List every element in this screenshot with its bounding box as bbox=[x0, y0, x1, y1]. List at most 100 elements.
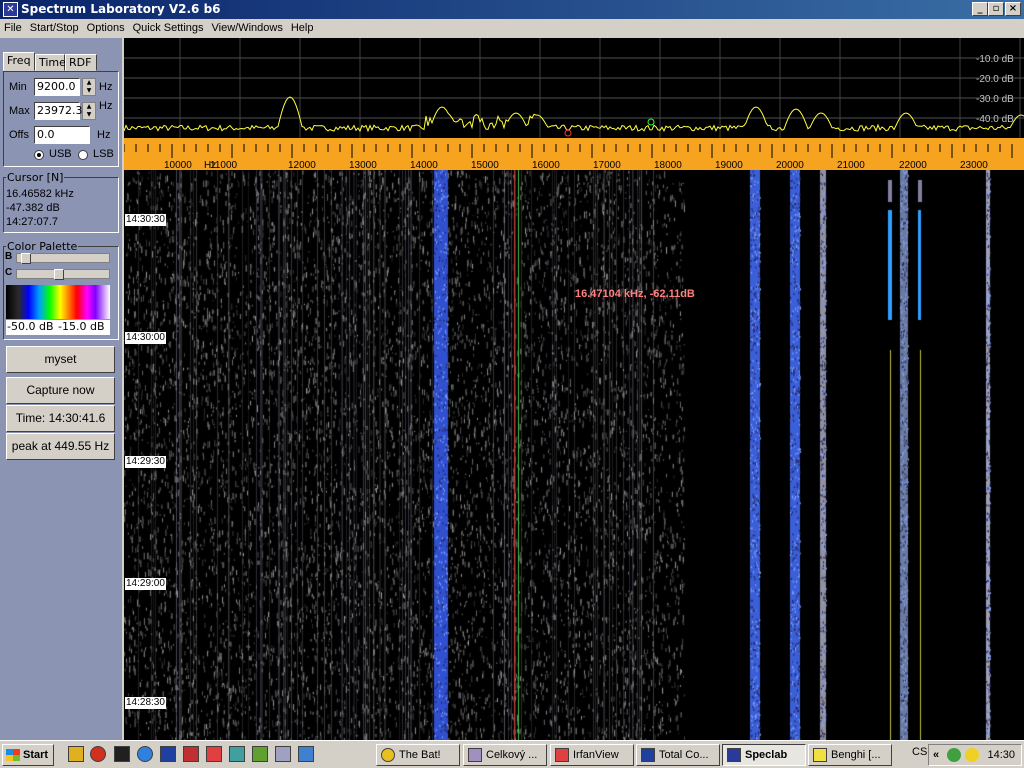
max-freq-input[interactable]: 23972.3 bbox=[34, 102, 83, 120]
cursor-group-title: Cursor [N] bbox=[6, 171, 65, 184]
cursor-group: 16.46582 kHz -47.382 dB 14:27:07.7 bbox=[3, 177, 119, 233]
control-panel: Freq Time RDF Min 9200.0 ▲ ▼ Hz Max 23972… bbox=[0, 38, 122, 740]
freq-tick-label: 14000 bbox=[410, 160, 438, 170]
peak-button[interactable]: peak at 449.55 Hz bbox=[6, 433, 115, 460]
quicklaunch-icon-3[interactable] bbox=[114, 746, 130, 762]
menu-quick-settings[interactable]: Quick Settings bbox=[129, 19, 208, 37]
frequency-axis[interactable]: 10000 Hz11000 12000 13000 14000 15000 16000 170… bbox=[124, 138, 1024, 170]
task-label: Speclab bbox=[745, 749, 788, 761]
package-icon[interactable] bbox=[229, 746, 245, 762]
start-button[interactable]: Start bbox=[2, 744, 54, 766]
minimize-button[interactable]: _ bbox=[972, 2, 988, 16]
palette-group-title: Color Palette bbox=[6, 240, 79, 253]
min-freq-spinner[interactable]: ▲ ▼ bbox=[82, 78, 96, 96]
tab-rdf[interactable]: RDF bbox=[65, 54, 97, 71]
maximize-button[interactable]: ▫ bbox=[988, 2, 1004, 16]
lsb-label: LSB bbox=[93, 148, 114, 160]
spectrum-graph[interactable]: -10.0 dB -20.0 dB -30.0 dB -40.0 dB bbox=[124, 38, 1024, 138]
palette-scale: -50.0 dB -15.0 dB bbox=[6, 320, 110, 335]
tab-freq[interactable]: Freq bbox=[3, 52, 35, 71]
contrast-thumb[interactable] bbox=[53, 269, 64, 280]
max-freq-spinner[interactable]: ▲ ▼ bbox=[82, 102, 96, 120]
offs-label: Offs bbox=[9, 129, 29, 141]
speclab-icon[interactable]: ✕ bbox=[3, 2, 18, 17]
time-button[interactable]: Time: 14:30:41.6 bbox=[6, 405, 115, 432]
network-icon[interactable] bbox=[947, 748, 961, 762]
tray-expand-icon[interactable]: « bbox=[933, 745, 939, 765]
irfanview-task-icon bbox=[555, 748, 569, 762]
floppy-icon bbox=[641, 748, 655, 762]
chat-icon bbox=[813, 748, 827, 762]
max-unit-label: Hz bbox=[99, 100, 113, 112]
freq-tick-label: 21000 bbox=[837, 160, 865, 170]
start-label: Start bbox=[23, 749, 49, 761]
document-icon bbox=[468, 748, 482, 762]
db-labels: -10.0 dB -20.0 dB -30.0 dB -40.0 dB bbox=[976, 54, 1014, 125]
menu-help[interactable]: Help bbox=[287, 19, 318, 37]
freq-tick-label: 18000 bbox=[654, 160, 682, 170]
myset-button[interactable]: myset bbox=[6, 346, 115, 373]
freq-tick-label: 10000 bbox=[164, 160, 192, 170]
usb-radio[interactable] bbox=[34, 150, 44, 160]
quicklaunch-icon-11[interactable] bbox=[298, 746, 314, 762]
task-benghi[interactable]: Benghi [... bbox=[808, 744, 892, 766]
freq-ticks bbox=[124, 144, 1013, 158]
usb-label: USB bbox=[49, 148, 72, 160]
quicklaunch-icon-10[interactable] bbox=[275, 746, 291, 762]
brightness-thumb[interactable] bbox=[21, 253, 32, 264]
timestamp-3: 14:29:30 bbox=[125, 456, 166, 468]
task-total-commander[interactable]: Total Co... bbox=[636, 744, 720, 766]
task-label: Total Co... bbox=[659, 749, 709, 761]
timestamp-4: 14:29:00 bbox=[125, 578, 166, 590]
offset-input[interactable]: 0.0 bbox=[34, 126, 90, 144]
cursor-time: 14:27:07.7 bbox=[6, 216, 58, 228]
clock[interactable]: 14:30 bbox=[987, 745, 1015, 765]
quicklaunch-icon-9[interactable] bbox=[252, 746, 268, 762]
brightness-slider[interactable] bbox=[16, 253, 110, 264]
freq-tick-label: 17000 bbox=[593, 160, 621, 170]
lsb-radio[interactable] bbox=[78, 150, 88, 160]
smiley-icon[interactable] bbox=[965, 748, 979, 762]
save-icon[interactable] bbox=[160, 746, 176, 762]
menu-options[interactable]: Options bbox=[83, 19, 129, 37]
task-speclab[interactable]: Speclab bbox=[722, 744, 806, 766]
language-indicator[interactable]: CS bbox=[912, 746, 927, 758]
db-label: -20.0 dB bbox=[976, 74, 1014, 85]
waterfall-canvas[interactable] bbox=[124, 170, 1024, 740]
menu-file[interactable]: File bbox=[0, 19, 26, 37]
task-the-bat[interactable]: The Bat! bbox=[376, 744, 460, 766]
min-unit-label: Hz bbox=[99, 81, 113, 93]
task-irfanview[interactable]: IrfanView bbox=[550, 744, 634, 766]
max-label: Max bbox=[9, 105, 30, 117]
close-button[interactable]: × bbox=[1005, 2, 1021, 16]
menu-view-windows[interactable]: View/Windows bbox=[208, 19, 287, 37]
title-bar[interactable]: ✕ Spectrum Laboratory V2.6 b6 _ ▫ × bbox=[0, 0, 1024, 19]
app-window: ✕ Spectrum Laboratory V2.6 b6 _ ▫ × File… bbox=[0, 0, 1024, 740]
palette-min: -50.0 dB bbox=[7, 320, 54, 333]
opera-icon[interactable] bbox=[90, 746, 106, 762]
color-palette[interactable] bbox=[6, 285, 110, 319]
quicklaunch-icon-1[interactable] bbox=[68, 746, 84, 762]
quicklaunch-icon-6[interactable] bbox=[183, 746, 199, 762]
task-celkovy[interactable]: Celkový ... bbox=[463, 744, 547, 766]
min-freq-input[interactable]: 9200.0 bbox=[34, 78, 80, 96]
task-label: Benghi [... bbox=[831, 749, 881, 761]
freq-tick-label: 12000 bbox=[288, 160, 316, 170]
freq-tick-label: 15000 bbox=[471, 160, 499, 170]
menu-start-stop[interactable]: Start/Stop bbox=[26, 19, 83, 37]
tab-time[interactable]: Time bbox=[35, 54, 66, 71]
freq-tick-label: 23000 bbox=[960, 160, 988, 170]
ie-icon[interactable] bbox=[137, 746, 153, 762]
offs-unit-label: Hz bbox=[97, 129, 111, 141]
palette-max: -15.0 dB bbox=[58, 320, 105, 333]
spectrum-trace bbox=[124, 96, 1024, 133]
freq-tick-label: 16000 bbox=[532, 160, 560, 170]
capture-now-button[interactable]: Capture now bbox=[6, 377, 115, 404]
window-title: Spectrum Laboratory V2.6 b6 bbox=[21, 2, 221, 16]
waterfall-display[interactable]: 14:30:30 14:30:00 14:29:30 14:29:00 14:2… bbox=[124, 170, 1024, 740]
timestamp-2: 14:30:00 bbox=[125, 332, 166, 344]
irfanview-icon[interactable] bbox=[206, 746, 222, 762]
contrast-slider[interactable] bbox=[16, 269, 110, 280]
speclab-task-icon bbox=[727, 748, 741, 762]
db-label: -30.0 dB bbox=[976, 94, 1014, 105]
